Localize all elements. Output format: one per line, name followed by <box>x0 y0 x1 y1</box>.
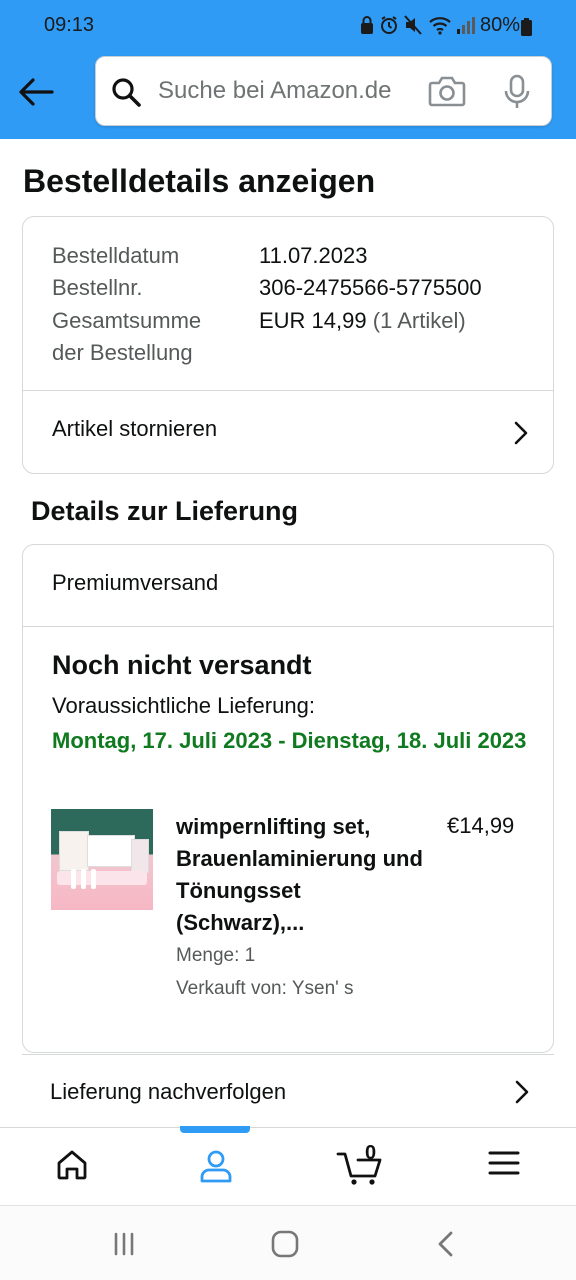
order-number-label: Bestellnr. <box>52 275 143 300</box>
status-bar: 09:13 80% <box>0 0 576 52</box>
signal-icon <box>457 17 475 34</box>
bottom-navigation: 0 <box>0 1126 576 1206</box>
home-icon <box>57 1150 87 1180</box>
camera-icon[interactable] <box>428 74 466 108</box>
shipment-status: Noch nicht versandt <box>52 650 312 680</box>
product-box <box>59 831 89 871</box>
arrow-left-icon <box>19 78 54 106</box>
status-icons <box>360 15 480 37</box>
search-placeholder: Suche bei Amazon.de <box>158 77 392 104</box>
cart-count-badge: 0 <box>365 1142 377 1164</box>
search-icon <box>112 78 141 107</box>
app-header: 09:13 80% Suche bei Amazon.de <box>0 0 576 139</box>
order-total-label-1: Gesamtsumme <box>52 308 202 333</box>
status-time: 09:13 <box>44 14 95 36</box>
delivery-card: Premiumversand Noch nicht versandt Vorau… <box>22 544 554 1053</box>
cancel-items-label: Artikel stornieren <box>52 416 218 441</box>
system-navigation-bar <box>0 1205 576 1280</box>
product-quantity: Menge: 1 <box>176 945 256 966</box>
shipping-method: Premiumversand <box>52 570 219 595</box>
product-tube <box>91 869 96 889</box>
lock-icon <box>361 16 373 34</box>
search-input[interactable]: Suche bei Amazon.de <box>95 56 552 126</box>
nav-menu[interactable] <box>432 1128 576 1206</box>
back-chevron-icon[interactable] <box>426 1228 466 1260</box>
product-tube <box>81 869 86 889</box>
cart-icon <box>336 1152 382 1185</box>
delivery-section-title: Details zur Lieferung <box>31 496 299 526</box>
order-total-amount: EUR 14,99 <box>259 308 367 333</box>
chevron-right-icon <box>514 421 528 445</box>
battery-icon <box>521 18 532 36</box>
eta-label: Voraussichtliche Lieferung: <box>52 693 315 718</box>
page-title: Bestelldetails anzeigen <box>23 163 376 199</box>
cancel-items-row[interactable]: Artikel stornieren <box>23 391 553 473</box>
nav-cart[interactable]: 0 <box>288 1128 432 1206</box>
product-box <box>131 839 149 873</box>
nav-home[interactable] <box>0 1128 144 1206</box>
order-total-label-2: der Bestellung <box>52 340 193 365</box>
order-date-label: Bestelldatum <box>52 243 180 268</box>
back-button[interactable] <box>14 72 58 112</box>
nav-account[interactable] <box>144 1128 288 1206</box>
alarm-icon <box>381 16 397 34</box>
product-image[interactable] <box>51 809 153 910</box>
microphone-icon[interactable] <box>500 73 534 111</box>
product-box <box>87 835 135 867</box>
product-tube <box>71 869 76 889</box>
mute-icon <box>404 15 422 35</box>
chevron-right-icon <box>515 1080 529 1104</box>
track-delivery-label: Lieferung nachverfolgen <box>50 1079 287 1104</box>
order-summary-card: Bestelldatum 11.07.2023 Bestellnr. 306-2… <box>22 216 554 474</box>
product-price: €14,99 <box>447 813 515 838</box>
order-total-value: EUR 14,99 (1 Artikel) <box>259 308 466 334</box>
order-number-value: 306-2475566-5775500 <box>259 275 482 300</box>
track-delivery-row[interactable]: Lieferung nachverfolgen <box>22 1054 554 1126</box>
product-title-link[interactable]: wimpernlifting set, Brauenlaminierung un… <box>176 811 426 939</box>
product-seller: Verkauft von: Ysen' s <box>176 978 354 999</box>
divider <box>23 626 553 627</box>
account-icon <box>200 1150 232 1183</box>
recent-apps-icon[interactable] <box>104 1228 144 1260</box>
wifi-icon <box>429 17 451 35</box>
battery-percent: 80% <box>480 14 521 36</box>
order-date-value: 11.07.2023 <box>259 243 368 268</box>
home-circle-icon[interactable] <box>265 1228 305 1260</box>
order-total-items: (1 Artikel) <box>372 308 466 333</box>
eta-date: Montag, 17. Juli 2023 - Dienstag, 18. Ju… <box>52 728 527 753</box>
menu-icon <box>488 1151 520 1175</box>
